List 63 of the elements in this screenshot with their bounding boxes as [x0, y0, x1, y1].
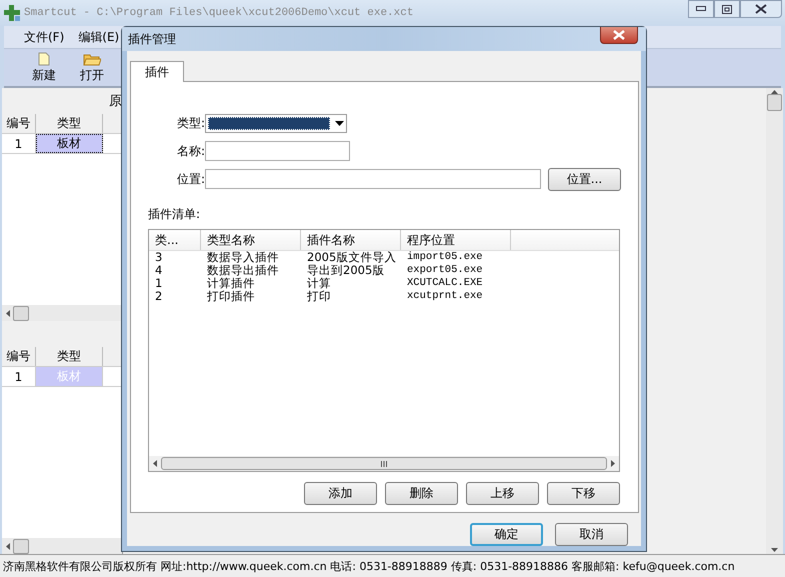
dialog-title: 插件管理 [128, 30, 176, 48]
type-dropdown[interactable] [205, 114, 347, 132]
toolbar-button[interactable]: 新建 [30, 49, 58, 86]
horizontal-scrollbar[interactable] [149, 456, 619, 471]
menu-item[interactable]: 编辑(E) [78, 28, 120, 46]
close-icon [755, 4, 767, 14]
list-row[interactable]: 2 打印插件 打印 xcutprnt.exe [149, 290, 619, 303]
window-title: Smartcut - C:\Program Files\queek\xcut2006Demo\xcut exe.xct [24, 7, 414, 19]
close-icon [613, 30, 625, 40]
column-header: 编号 [2, 114, 36, 133]
close-button[interactable] [740, 0, 782, 18]
app-icon [4, 5, 20, 21]
grip-icon [381, 460, 387, 466]
maximize-icon [722, 4, 732, 14]
field-label: 名称: [176, 142, 205, 160]
column-header[interactable]: 程序位置 [401, 230, 511, 250]
scroll-thumb[interactable] [13, 538, 29, 554]
panel-heading: 原 [109, 93, 122, 110]
minimize-button[interactable] [688, 0, 714, 18]
status-bar: 济南黑格软件有限公司版权所有 网址:http://www.queek.com.cn 电话: 0531-88918889 传真: 0531-88918886 客服邮箱: kefu@queek.com.cn [0, 554, 785, 577]
column-header[interactable]: 类型名称 [201, 230, 301, 250]
tab[interactable]: 插件 [130, 61, 184, 82]
column-header: 类型 [36, 347, 103, 366]
scroll-thumb[interactable] [161, 457, 607, 470]
dialog-button[interactable]: 取消 [555, 523, 628, 546]
up-arrow-icon [771, 90, 778, 94]
column-header [103, 347, 122, 366]
vertical-scrollbar[interactable] [766, 88, 783, 554]
left-arrow-icon [153, 460, 157, 467]
down-arrow-icon [771, 548, 778, 552]
column-header: 编号 [2, 347, 36, 366]
folder-icon [83, 52, 101, 66]
field-label: 位置: [176, 170, 205, 188]
action-button[interactable]: 添加 [304, 482, 377, 505]
left-arrow-icon [6, 542, 10, 550]
menu-item[interactable]: 文件(F) [24, 28, 64, 46]
field-label: 类型: [176, 114, 205, 132]
column-header: 类型 [36, 114, 103, 133]
toolbar-button[interactable]: 打开 [78, 49, 106, 86]
close-button[interactable] [600, 27, 638, 44]
action-button[interactable]: 下移 [547, 482, 620, 505]
left-arrow-icon [6, 310, 10, 316]
list-label: 插件清单: [148, 206, 202, 223]
name-field[interactable] [205, 141, 350, 161]
maximize-button[interactable] [714, 0, 740, 18]
new-file-icon [38, 52, 50, 66]
location-field[interactable] [205, 169, 541, 189]
column-header[interactable]: 插件名称 [301, 230, 401, 250]
minimize-icon [696, 6, 706, 12]
action-button[interactable]: 上移 [466, 482, 539, 505]
action-button[interactable]: 删除 [385, 482, 458, 505]
right-arrow-icon [611, 460, 615, 467]
browse-button[interactable]: 位置... [548, 168, 621, 190]
dropdown-arrow-icon [335, 120, 344, 126]
horizontal-scrollbar[interactable] [2, 305, 122, 321]
column-header[interactable]: 类... [149, 230, 201, 250]
horizontal-scrollbar[interactable] [2, 538, 122, 554]
dialog-button[interactable]: 确定 [470, 523, 543, 546]
list-row[interactable]: 4 数据导出插件 导出到2005版 export05.exe [149, 264, 619, 277]
list-row[interactable]: 1 计算插件 计算 XCUTCALC.EXE [149, 277, 619, 290]
list-row[interactable]: 3 数据导入插件 2005版文件导入 import05.exe [149, 251, 619, 264]
scroll-thumb[interactable] [767, 94, 782, 111]
scroll-thumb[interactable] [13, 306, 29, 320]
